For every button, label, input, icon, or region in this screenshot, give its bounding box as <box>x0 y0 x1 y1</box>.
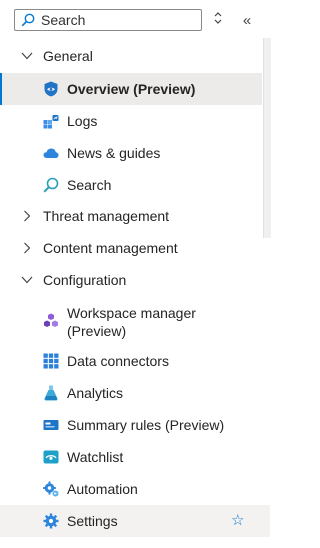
nav-item-label: Overview (Preview) <box>67 81 196 97</box>
flask-icon <box>43 385 59 401</box>
nav-item-data-connectors[interactable]: Data connectors <box>0 345 262 377</box>
nav-item-overview[interactable]: Overview (Preview) <box>0 73 262 105</box>
nav-item-automation[interactable]: Automation <box>0 473 262 505</box>
group-content-management[interactable]: Content management <box>0 232 262 264</box>
chevron-down-icon <box>20 40 34 72</box>
watchlist-icon <box>43 449 59 465</box>
search-toolbar: « <box>0 0 270 44</box>
nav-item-search[interactable]: Search <box>0 169 262 201</box>
nav-item-label: Summary rules (Preview) <box>67 417 225 433</box>
group-label: Configuration <box>43 272 127 288</box>
logs-icon <box>43 113 59 129</box>
nav-item-label: Workspace manager (Preview) <box>67 304 196 340</box>
cloud-icon <box>43 145 59 161</box>
scrollbar[interactable] <box>263 38 271 238</box>
chevron-right-icon <box>20 232 34 264</box>
nav-item-settings[interactable]: Settings ☆ <box>0 505 270 537</box>
nav-item-label: Analytics <box>67 385 124 401</box>
search-icon <box>43 177 59 193</box>
collapse-sidebar-button[interactable]: « <box>236 9 258 31</box>
automation-icon <box>43 481 59 497</box>
group-threat-management[interactable]: Threat management <box>0 200 262 232</box>
cubes-icon <box>43 313 59 329</box>
star-outline-icon[interactable]: ☆ <box>231 513 244 529</box>
shield-icon <box>43 81 59 97</box>
nav-item-news-guides[interactable]: News & guides <box>0 137 262 169</box>
gear-icon <box>43 513 59 529</box>
nav-item-logs[interactable]: Logs <box>0 105 262 137</box>
nav-item-label: Watchlist <box>67 449 124 465</box>
search-icon <box>21 13 35 27</box>
nav-item-summary-rules[interactable]: Summary rules (Preview) <box>0 409 262 441</box>
search-box[interactable] <box>14 9 202 31</box>
group-configuration[interactable]: Configuration <box>0 264 262 296</box>
nav-item-watchlist[interactable]: Watchlist <box>0 441 262 473</box>
group-label: General <box>43 48 93 64</box>
summary-icon <box>43 417 59 433</box>
chevron-up-down-icon <box>213 11 223 30</box>
label-line-2: (Preview) <box>67 323 127 339</box>
nav-item-analytics[interactable]: Analytics <box>0 377 262 409</box>
selected-indicator <box>0 73 2 105</box>
sort-button[interactable] <box>207 9 229 31</box>
nav-item-workspace-manager[interactable]: Workspace manager (Preview) <box>0 298 262 344</box>
nav-item-label: News & guides <box>67 145 161 161</box>
nav-item-label: Automation <box>67 481 138 497</box>
nav-item-label: Data connectors <box>67 353 169 369</box>
group-general[interactable]: General <box>0 40 262 72</box>
nav-item-label: Logs <box>67 113 98 129</box>
grid-icon <box>43 353 59 369</box>
nav-item-label: Settings <box>67 513 118 529</box>
double-chevron-left-icon: « <box>242 11 252 29</box>
chevron-right-icon <box>20 200 34 232</box>
group-label: Threat management <box>43 208 170 224</box>
nav-item-label: Search <box>67 177 112 193</box>
search-input[interactable] <box>35 10 191 30</box>
chevron-down-icon <box>20 264 34 296</box>
label-line-1: Workspace manager <box>67 305 196 321</box>
group-label: Content management <box>43 240 178 256</box>
